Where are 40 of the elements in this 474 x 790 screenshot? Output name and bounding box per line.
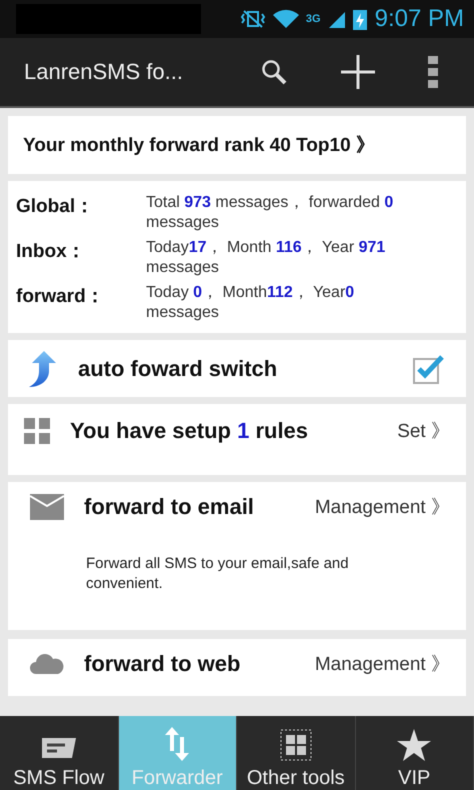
nav-tab[interactable]: Other tools <box>237 716 356 790</box>
stat-label: Global： <box>16 195 96 219</box>
app-title: LanrenSMS fo... <box>24 59 184 85</box>
vibrate-icon <box>240 9 266 29</box>
target-title: forward to email <box>84 494 255 520</box>
rules-text: You have setup 1 rules <box>70 418 310 444</box>
star-icon <box>397 729 432 761</box>
swap-arrows-icon <box>164 727 190 761</box>
checkbox[interactable] <box>412 352 444 384</box>
target-title: forward to web <box>84 651 242 677</box>
battery-icon <box>352 8 367 30</box>
cloud-icon <box>30 654 64 674</box>
forward-card[interactable]: forward to web Management 》 <box>8 639 466 696</box>
envelope-icon <box>30 494 64 520</box>
rank-card[interactable]: Your monthly forward rank 40 Top10 》 <box>8 116 466 174</box>
stat-text: Today 0， Month112， Year0 messages <box>146 283 356 323</box>
management-link[interactable]: Management 》 <box>314 494 450 520</box>
stat-text: Total 973 messages， forwarded 0 messages <box>146 193 394 233</box>
stat-text: Today17， Month 116， Year 971 messages <box>146 238 386 278</box>
search-icon[interactable] <box>260 58 288 86</box>
set-link[interactable]: Set 》 <box>397 418 450 444</box>
stat-label: forward： <box>16 285 106 309</box>
switch-label: auto foward switch <box>78 356 278 382</box>
grid-icon <box>24 418 50 444</box>
rank-text: Your monthly forward rank 40 Top10 》 <box>23 134 375 158</box>
message-icon <box>42 735 76 761</box>
forward-card[interactable]: forward to email Management 》 Forward all SMS to your email,safe and convenient. <box>8 482 466 630</box>
grid-icon <box>280 729 312 761</box>
description: Forward all SMS to your email,safe and convenient. <box>86 554 350 594</box>
overflow-menu-icon[interactable] <box>428 56 438 88</box>
network-type: 3G <box>306 13 321 25</box>
management-link[interactable]: Management 》 <box>314 651 450 677</box>
clock: 9:07 PM <box>374 5 464 33</box>
stat-label: Inbox： <box>16 240 87 264</box>
rules-card[interactable]: You have setup 1 rules Set 》 <box>8 404 466 475</box>
nav-tab[interactable]: SMS Flow <box>0 716 118 790</box>
nav-tab[interactable]: VIP <box>356 716 474 790</box>
auto-switch-card[interactable]: auto foward switch <box>8 340 466 397</box>
add-icon[interactable] <box>340 54 376 90</box>
wifi-icon <box>272 9 300 29</box>
